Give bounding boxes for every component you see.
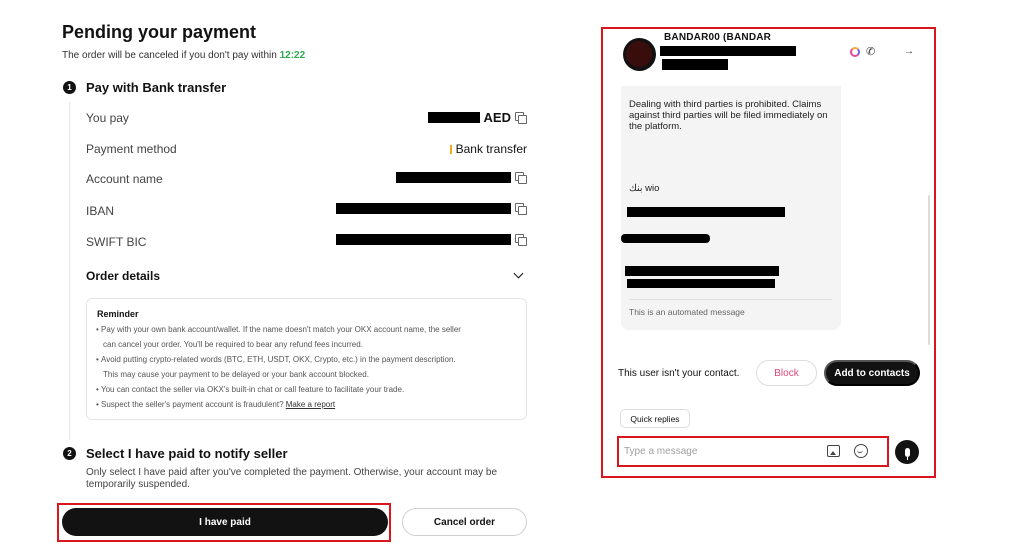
reminder-box: Reminder Pay with your own bank account/… [86, 298, 527, 420]
step-2-title: Select I have paid to notify seller [86, 446, 288, 461]
swift-value [336, 234, 527, 246]
you-pay-value: AED [427, 110, 527, 125]
redacted-name-bar [662, 59, 728, 70]
bank-name-line: بنك wio [629, 183, 660, 194]
reminder-list: Pay with your own bank account/wallet. I… [96, 322, 516, 412]
mic-icon [904, 447, 910, 460]
chevron-down-icon[interactable] [513, 268, 524, 279]
reminder-item: can cancel your order. You'll be require… [103, 340, 363, 349]
redacted-line [627, 207, 785, 217]
chat-header-icons: ✆ [850, 45, 875, 58]
highlight-box [57, 503, 391, 542]
you-pay-label: You pay [86, 111, 129, 125]
image-icon[interactable] [827, 445, 840, 457]
countdown-notice: The order will be canceled if you don't … [62, 50, 305, 61]
payment-method-value: Bank transfer [449, 142, 527, 156]
block-button[interactable]: Block [756, 360, 817, 386]
iban-value [336, 203, 527, 215]
message-input[interactable] [624, 441, 846, 462]
redacted-name-bar [660, 46, 796, 56]
chat-message-text: Dealing with third parties is prohibited… [629, 99, 828, 132]
quick-replies-button[interactable]: Quick replies [620, 409, 690, 428]
contact-notice: This user isn't your contact. [618, 368, 740, 379]
redacted-account-name [396, 172, 511, 183]
step-1-title: Pay with Bank transfer [86, 80, 227, 95]
redacted-swift [336, 234, 511, 245]
make-report-link[interactable]: Make a report [286, 400, 335, 409]
cancel-order-button[interactable]: Cancel order [402, 508, 527, 536]
payment-method-label: Payment method [86, 142, 177, 156]
steps-connector [69, 102, 70, 440]
copy-icon[interactable] [515, 203, 527, 215]
chat-message-bubble: Dealing with third parties is prohibited… [621, 86, 841, 330]
copy-icon[interactable] [515, 234, 527, 246]
arrow-icon[interactable]: → [904, 46, 914, 57]
redacted-line [627, 279, 775, 288]
redacted-line [621, 234, 710, 243]
account-name-label: Account name [86, 172, 163, 186]
step-2-description: Only select I have paid after you've com… [86, 467, 498, 490]
reminder-title: Reminder [97, 309, 139, 319]
account-name-value [396, 172, 527, 184]
redacted-amount [427, 112, 480, 123]
step-1-badge: 1 [63, 81, 76, 94]
step-2-badge: 2 [63, 447, 76, 460]
order-details-toggle[interactable]: Order details [86, 269, 160, 283]
reminder-item: Avoid putting crypto-related words (BTC,… [96, 352, 516, 367]
redacted-line [625, 266, 779, 276]
page-title: Pending your payment [62, 22, 257, 42]
okx-ring-icon[interactable] [850, 46, 860, 57]
divider [629, 299, 832, 300]
reminder-item: Suspect the seller's payment account is … [96, 397, 516, 412]
swift-label: SWIFT BIC [86, 235, 147, 249]
avatar[interactable] [623, 38, 656, 71]
reminder-item: This may cause your payment to be delaye… [103, 370, 369, 379]
currency-code: AED [483, 110, 511, 125]
chat-user-name: BANDAR00 (BANDAR [664, 33, 772, 43]
countdown-timer: 12:22 [279, 50, 306, 61]
countdown-text: The order will be canceled if you don't … [62, 50, 277, 61]
chat-scrollbar[interactable] [928, 195, 930, 345]
iban-label: IBAN [86, 204, 115, 218]
reminder-item: Pay with your own bank account/wallet. I… [96, 322, 516, 337]
method-marker [449, 144, 452, 154]
mic-button[interactable] [895, 440, 919, 464]
redacted-iban [336, 203, 511, 214]
payment-method-text: Bank transfer [455, 142, 527, 156]
copy-icon[interactable] [515, 112, 527, 124]
automated-message-note: This is an automated message [629, 307, 745, 317]
reminder-item: You can contact the seller via OKX's bui… [96, 382, 516, 397]
emoji-icon[interactable] [854, 444, 868, 458]
copy-icon[interactable] [515, 172, 527, 184]
add-to-contacts-button[interactable]: Add to contacts [824, 360, 920, 386]
reminder-fraud-text: Suspect the seller's payment account is … [101, 400, 284, 409]
phone-icon[interactable]: ✆ [866, 45, 875, 58]
